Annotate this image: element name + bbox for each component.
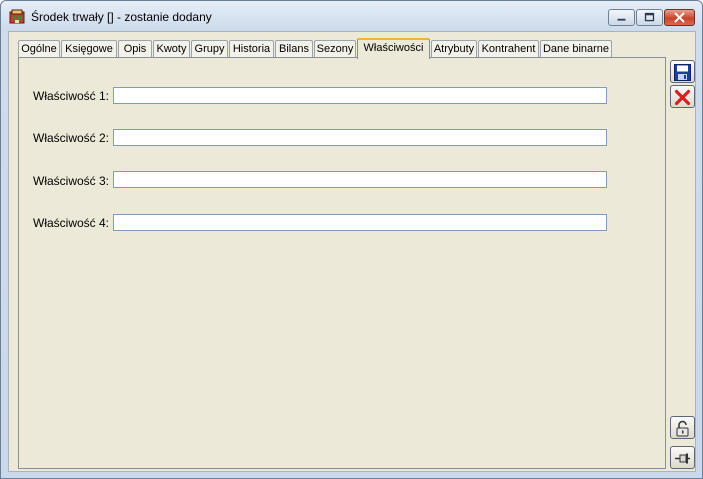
close-icon [674, 12, 685, 23]
tab-atrybuty[interactable]: Atrybuty [431, 40, 477, 58]
tab-bilans[interactable]: Bilans [275, 40, 313, 58]
maximize-icon [644, 12, 655, 22]
minimize-button[interactable] [608, 9, 635, 26]
property-4-input[interactable] [113, 214, 607, 231]
window-title: Środek trwały [] - zostanie dodany [31, 10, 212, 24]
cancel-button[interactable] [670, 85, 695, 108]
window: Środek trwały [] - zostanie dodany Ogóln… [0, 0, 703, 479]
title-bar[interactable]: Środek trwały [] - zostanie dodany [1, 1, 702, 31]
property-1-input[interactable] [113, 87, 607, 104]
tab-opis[interactable]: Opis [118, 40, 152, 58]
fixed-asset-icon [9, 9, 25, 24]
maximize-button[interactable] [636, 9, 663, 26]
tab-wlasciwosci[interactable]: Właściwości [357, 38, 430, 59]
property-4-label: Właściwość 4: [33, 216, 110, 230]
minimize-icon [617, 18, 626, 21]
save-icon [674, 64, 691, 81]
lock-button[interactable] [670, 416, 695, 439]
property-2-label: Właściwość 2: [33, 131, 110, 145]
properties-panel: Właściwość 1: Właściwość 2: Właściwość 3… [18, 57, 666, 469]
tab-dane-binarne[interactable]: Dane binarne [540, 40, 612, 58]
tab-grupy[interactable]: Grupy [191, 40, 228, 58]
lock-icon [676, 420, 689, 437]
tab-kwoty[interactable]: Kwoty [153, 40, 190, 58]
property-3-input[interactable] [113, 171, 607, 188]
save-button[interactable] [670, 60, 695, 83]
close-button[interactable] [664, 9, 695, 26]
tab-kontrahent[interactable]: Kontrahent [478, 40, 539, 58]
tab-ogolne[interactable]: Ogólne [18, 40, 60, 58]
dialog-client-area: Ogólne Księgowe Opis Kwoty Grupy Histori… [8, 31, 696, 472]
property-1-label: Właściwość 1: [33, 89, 110, 103]
property-2-input[interactable] [113, 129, 607, 146]
tab-ksiegowe[interactable]: Księgowe [61, 40, 117, 58]
pin-button[interactable] [670, 446, 695, 469]
cancel-icon [674, 89, 691, 106]
tab-sezony[interactable]: Sezony [314, 40, 356, 58]
pin-icon [675, 453, 690, 464]
property-3-label: Właściwość 3: [33, 174, 110, 188]
tab-historia[interactable]: Historia [229, 40, 274, 58]
